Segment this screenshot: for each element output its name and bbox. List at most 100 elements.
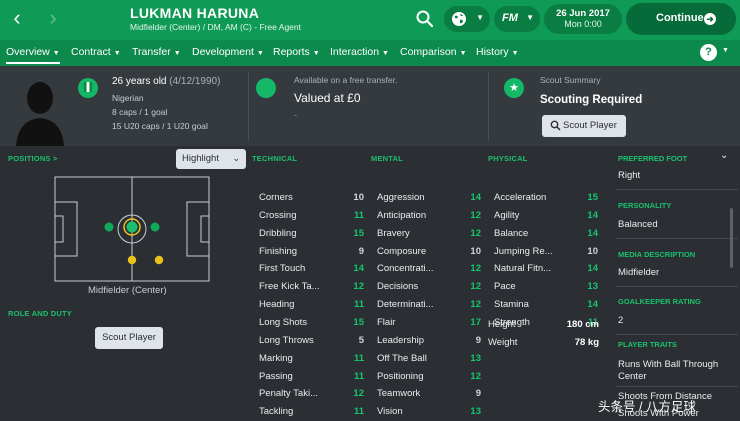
positions-title[interactable]: POSITIONS > <box>8 154 58 163</box>
chevron-down-icon: ▼ <box>476 13 484 22</box>
goalkeeper-rating: 2 <box>618 315 624 326</box>
tab-interaction[interactable]: Interaction ▼ <box>330 46 389 58</box>
weight-value: 78 kg <box>574 337 599 348</box>
physical-attribute-value: 13 <box>587 281 598 293</box>
position-marker-am-right <box>154 255 164 265</box>
physical-attribute-label: Jumping Re... <box>494 245 553 257</box>
technical-attribute-value: 5 <box>358 334 364 346</box>
chevron-down-icon[interactable]: ▼ <box>722 47 729 54</box>
tab-transfer[interactable]: Transfer ▼ <box>132 46 181 58</box>
mental-attribute-label: Off The Ball <box>377 352 427 364</box>
tab-development[interactable]: Development ▼ <box>192 46 264 58</box>
tab-label: Comparison <box>400 46 457 58</box>
transfer-extra: - <box>294 110 297 120</box>
continue-button[interactable]: Continue ➜ <box>626 3 736 35</box>
technical-attribute-label: Corners <box>259 192 293 203</box>
tab-label: History <box>476 46 509 58</box>
divider <box>616 334 738 335</box>
search-icon <box>550 120 561 131</box>
fm-menu-button[interactable]: FM ▼ <box>494 6 540 32</box>
tab-overview[interactable]: Overview ▼ <box>6 46 60 64</box>
date-text: 26 Jun 2017 <box>556 8 610 19</box>
mental-attribute-value: 14 <box>470 192 481 203</box>
tab-comparison[interactable]: Comparison ▼ <box>400 46 467 58</box>
technical-attribute-label: Free Kick Ta... <box>259 281 320 293</box>
divider <box>616 238 738 239</box>
height-label: Height <box>488 319 516 330</box>
game-date[interactable]: 26 Jun 2017 Mon 0:00 <box>544 4 622 34</box>
back-arrow-icon[interactable]: ‹ <box>4 6 30 32</box>
star-icon: ★ <box>504 78 524 98</box>
weight-label: Weight <box>488 337 518 348</box>
globe-icon <box>452 12 466 26</box>
nationality: Nigerian <box>112 93 144 103</box>
help-icon[interactable]: ? <box>700 44 717 61</box>
forward-arrow-icon[interactable]: › <box>40 6 66 32</box>
chevron-down-icon[interactable]: ⌄ <box>720 150 728 161</box>
player-info-strip: 26 years old (4/12/1990) Nigerian 8 caps… <box>0 66 740 146</box>
technical-attribute-value: 12 <box>353 281 364 293</box>
personality-title: PERSONALITY <box>618 201 672 210</box>
scout-status: Scouting Required <box>540 94 643 106</box>
dob-text: (4/12/1990) <box>169 76 221 87</box>
player-silhouette-icon <box>16 82 64 146</box>
tab-history[interactable]: History ▼ <box>476 46 519 58</box>
physical-attribute-label: Natural Fitn... <box>494 263 552 275</box>
technical-attribute-label: Crossing <box>259 209 297 221</box>
player-name: LUKMAN HARUNA <box>130 5 260 21</box>
highlight-dropdown[interactable]: Highlight ⌄ <box>176 149 246 169</box>
tab-reports[interactable]: Reports ▼ <box>273 46 320 58</box>
height-value: 180 cm <box>566 319 599 330</box>
mental-attribute-value: 12 <box>470 299 481 311</box>
physical-attribute-value: 14 <box>587 209 598 221</box>
trait-item: Runs With Ball Through Center <box>618 359 719 382</box>
mental-attribute-label: Vision <box>377 406 403 418</box>
scrollbar[interactable] <box>730 208 733 268</box>
position-marker-dm-left <box>104 222 114 232</box>
search-icon[interactable] <box>414 8 436 30</box>
preferred-foot: Right <box>618 170 641 181</box>
preferred-foot-title: PREFERRED FOOT <box>618 154 688 163</box>
physical-attribute-value: 14 <box>587 227 598 239</box>
scout-summary-label: Scout Summary <box>540 75 601 85</box>
age-text: 26 years old <box>112 76 167 87</box>
physical-attribute-label: Stamina <box>494 299 529 311</box>
tab-label: Contract <box>71 46 111 58</box>
chevron-down-icon: ▼ <box>526 13 534 22</box>
mental-attribute-value: 12 <box>470 209 481 221</box>
nigeria-flag-icon <box>84 82 92 92</box>
position-marker-mc <box>126 221 138 233</box>
button-label: Scout Player <box>563 120 617 131</box>
tab-contract[interactable]: Contract ▼ <box>71 46 121 58</box>
physical-title: PHYSICAL <box>488 154 528 163</box>
technical-title: TECHNICAL <box>252 154 298 163</box>
chevron-down-icon: ⌄ <box>232 153 240 163</box>
scout-player-button[interactable]: Scout Player <box>542 115 626 137</box>
transfer-status: Available on a free transfer. <box>294 75 398 85</box>
chevron-down-icon: ▼ <box>113 50 121 57</box>
goalkeeper-rating-title: GOALKEEPER RATING <box>618 297 701 306</box>
mental-attribute-value: 12 <box>470 263 481 275</box>
mental-attribute-value: 9 <box>475 334 481 346</box>
transfer-status-icon <box>256 78 276 98</box>
mental-attribute-label: Leadership <box>377 334 425 346</box>
world-menu-button[interactable]: ▼ <box>444 6 490 32</box>
chevron-down-icon: ▼ <box>511 50 519 57</box>
divider <box>248 72 249 140</box>
mental-attribute-label: Composure <box>377 245 427 257</box>
tab-label: Overview <box>6 46 50 58</box>
physical-attribute-label: Agility <box>494 209 520 221</box>
mental-title: MENTAL <box>371 154 403 163</box>
chevron-down-icon: ▼ <box>52 50 60 57</box>
main-panel: POSITIONS > Highlight ⌄ Midfielder (Cent… <box>0 146 740 421</box>
watermark: 头条号 / 八方足球 <box>598 400 696 414</box>
scout-player-button-left[interactable]: Scout Player <box>95 327 163 349</box>
mental-attribute-label: Anticipation <box>377 209 427 221</box>
physical-attribute-label: Pace <box>494 281 516 293</box>
continue-label: Continue <box>656 12 704 24</box>
mental-attribute-label: Positioning <box>377 370 424 382</box>
physical-attribute-value: 10 <box>587 245 598 257</box>
day-time-text: Mon 0:00 <box>564 19 602 29</box>
u20-caps: 15 U20 caps / 1 U20 goal <box>112 121 208 131</box>
international-caps: 8 caps / 1 goal <box>112 107 168 117</box>
